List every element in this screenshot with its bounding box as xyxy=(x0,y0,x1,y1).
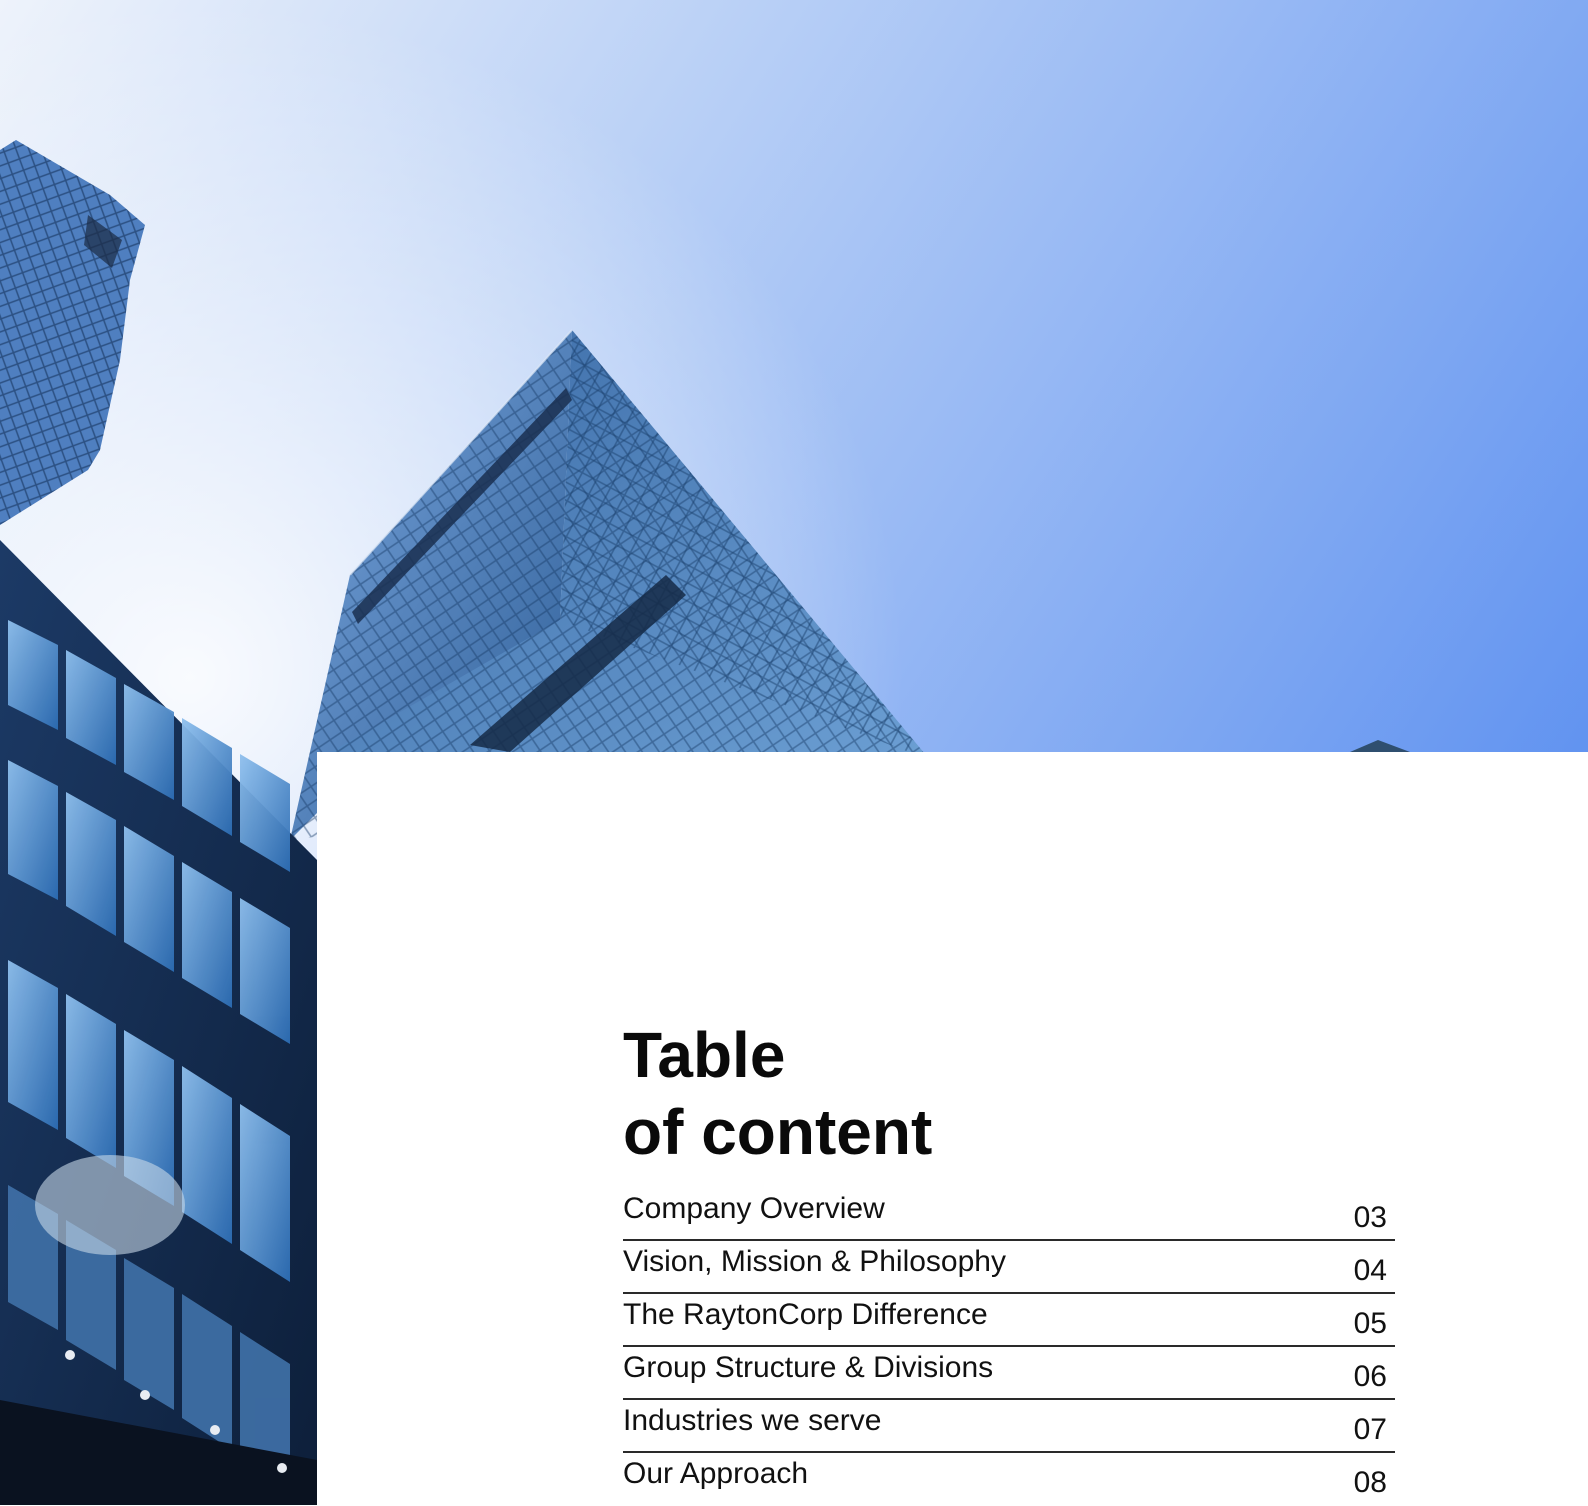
toc-item-page-number: 05 xyxy=(1353,1307,1387,1340)
toc-item-page-number: 06 xyxy=(1353,1360,1387,1393)
toc-item-page-number: 08 xyxy=(1353,1466,1387,1499)
page-title: Table of content xyxy=(623,1017,932,1171)
toc-item-label: Our Approach xyxy=(623,1457,809,1490)
toc-item-group-structure[interactable]: Group Structure & Divisions 06 xyxy=(623,1347,1395,1400)
toc-item-raytoncorp-difference[interactable]: The RaytonCorp Difference 05 xyxy=(623,1294,1395,1347)
toc-item-label: The RaytonCorp Difference xyxy=(623,1298,988,1331)
toc-item-label: Vision, Mission & Philosophy xyxy=(623,1245,1006,1278)
toc-item-vision-mission[interactable]: Vision, Mission & Philosophy 04 xyxy=(623,1241,1395,1294)
toc-item-industries[interactable]: Industries we serve 07 xyxy=(623,1400,1395,1453)
toc-item-page-number: 07 xyxy=(1353,1413,1387,1446)
toc-item-page-number: 04 xyxy=(1353,1254,1387,1287)
toc-item-page-number: 03 xyxy=(1353,1201,1387,1234)
toc-item-label: Group Structure & Divisions xyxy=(623,1351,994,1384)
toc-item-label: Company Overview xyxy=(623,1192,885,1225)
toc-item-label: Industries we serve xyxy=(623,1404,882,1437)
toc-item-our-approach[interactable]: Our Approach 08 xyxy=(623,1453,1395,1506)
toc-item-company-overview[interactable]: Company Overview 03 xyxy=(623,1188,1395,1241)
title-line-1: Table xyxy=(623,1019,786,1091)
table-of-contents: Company Overview 03 Vision, Mission & Ph… xyxy=(623,1188,1395,1506)
title-line-2: of content xyxy=(623,1096,933,1168)
